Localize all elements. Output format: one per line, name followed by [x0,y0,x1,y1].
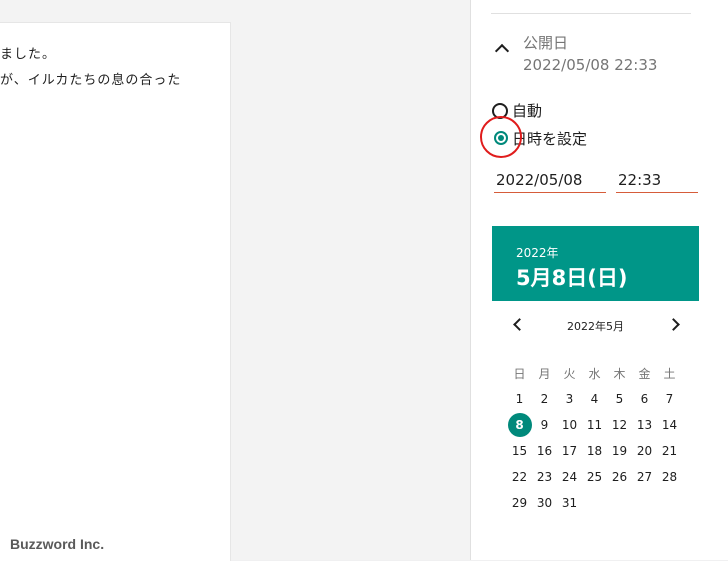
weekday-label: 木 [613,366,626,381]
weekday-label: 月 [538,366,551,381]
day-cell[interactable]: 10 [557,418,582,432]
paragraph-line-1[interactable]: ました。 [0,43,56,62]
week-row: 1 2 3 4 5 6 7 [507,386,707,412]
day-cell[interactable]: 30 [532,496,557,510]
day-cell-selected[interactable]: 8 [507,413,532,437]
calendar-selected-date: 5月8日(日) [516,266,628,290]
weekday-label: 火 [563,366,576,381]
day-cell[interactable]: 12 [607,418,632,432]
weekday-row: 日 月 火 水 木 金 土 [507,360,707,386]
time-field[interactable]: 22:33 [616,168,698,193]
weekday-label: 土 [663,366,676,381]
week-row: 22 23 24 25 26 27 28 [507,464,707,490]
paragraph-line-2[interactable]: が、イルカたちの息の合った [0,69,181,88]
day-cell[interactable]: 15 [507,444,532,458]
day-cell[interactable]: 31 [557,496,582,510]
watermark-logo: Buzzword Inc. [10,536,105,552]
day-cell[interactable]: 21 [657,444,682,458]
day-cell[interactable]: 19 [607,444,632,458]
day-cell[interactable]: 25 [582,470,607,484]
chevron-up-icon[interactable] [494,43,510,59]
calendar-grid: 日 月 火 水 木 金 土 1 2 3 4 5 6 7 8 9 10 11 12… [507,360,707,516]
radio-auto-label: 自動 [512,102,543,120]
publish-label: 公開日 [523,34,569,52]
day-cell[interactable]: 14 [657,418,682,432]
selected-day[interactable]: 8 [507,413,532,437]
day-cell[interactable]: 5 [607,392,632,406]
day-cell[interactable]: 22 [507,470,532,484]
radio-set-label: 日時を設定 [512,130,588,148]
settings-sidebar: 公開日 2022/05/08 22:33 自動 日時を設定 2022/05/08… [470,0,728,560]
day-cell[interactable]: 11 [582,418,607,432]
chevron-left-icon[interactable] [513,318,526,331]
day-cell[interactable]: 1 [507,392,532,406]
publish-value[interactable]: 2022/05/08 22:33 [523,56,657,74]
day-cell[interactable]: 6 [632,392,657,406]
weekday-label: 日 [513,366,526,381]
day-cell[interactable]: 20 [632,444,657,458]
week-row: 8 9 10 11 12 13 14 [507,412,707,438]
day-cell[interactable]: 16 [532,444,557,458]
day-cell[interactable]: 28 [657,470,682,484]
editor-paper[interactable]: ました。 が、イルカたちの息の合った [0,22,231,561]
day-cell[interactable]: 4 [582,392,607,406]
calendar-year: 2022年 [516,246,559,260]
day-cell[interactable]: 26 [607,470,632,484]
editor-canvas: ました。 が、イルカたちの息の合った Buzzword Inc. [0,0,470,561]
week-row: 29 30 31 [507,490,707,516]
calendar-header: 2022年 5月8日(日) [492,226,699,301]
calendar-month-title: 2022年5月 [567,320,624,333]
day-cell[interactable]: 17 [557,444,582,458]
weekday-label: 金 [638,366,651,381]
chevron-right-icon[interactable] [667,318,680,331]
day-cell[interactable]: 2 [532,392,557,406]
date-field[interactable]: 2022/05/08 [494,168,606,193]
day-cell[interactable]: 13 [632,418,657,432]
day-cell[interactable]: 3 [557,392,582,406]
day-cell[interactable]: 18 [582,444,607,458]
day-cell[interactable]: 27 [632,470,657,484]
day-cell[interactable]: 29 [507,496,532,510]
day-cell[interactable]: 9 [532,418,557,432]
highlight-circle [480,116,522,158]
day-cell[interactable]: 23 [532,470,557,484]
divider [491,13,691,14]
weekday-label: 水 [588,366,601,381]
day-cell[interactable]: 24 [557,470,582,484]
day-cell[interactable]: 7 [657,392,682,406]
week-row: 15 16 17 18 19 20 21 [507,438,707,464]
